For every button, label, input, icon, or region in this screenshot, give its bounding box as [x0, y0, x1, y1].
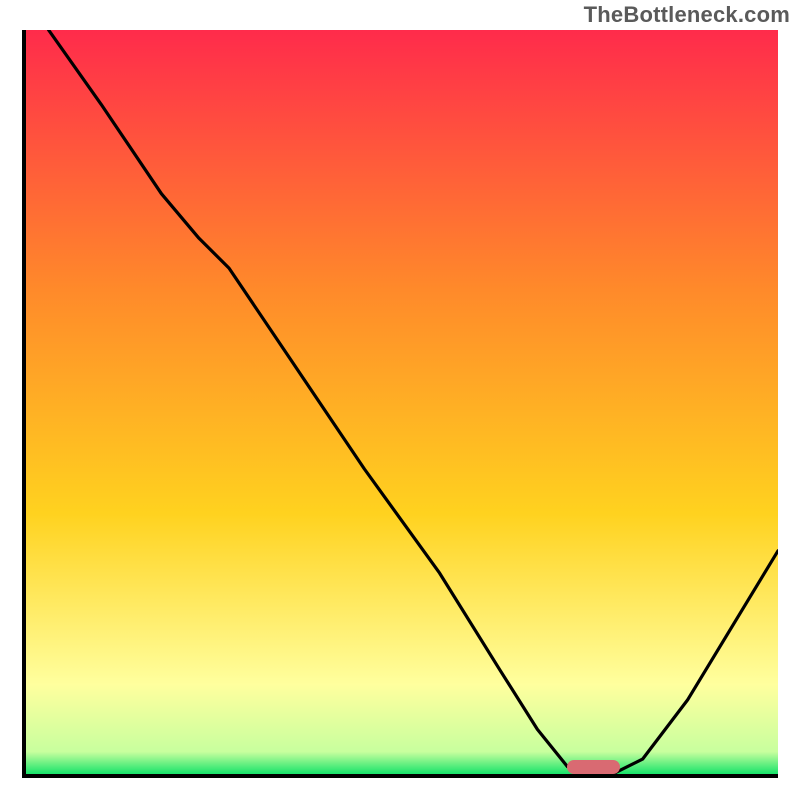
- bottleneck-curve: [26, 30, 778, 774]
- optimal-range-marker: [567, 760, 620, 774]
- plot-area: [26, 30, 778, 774]
- watermark-text: TheBottleneck.com: [584, 2, 790, 28]
